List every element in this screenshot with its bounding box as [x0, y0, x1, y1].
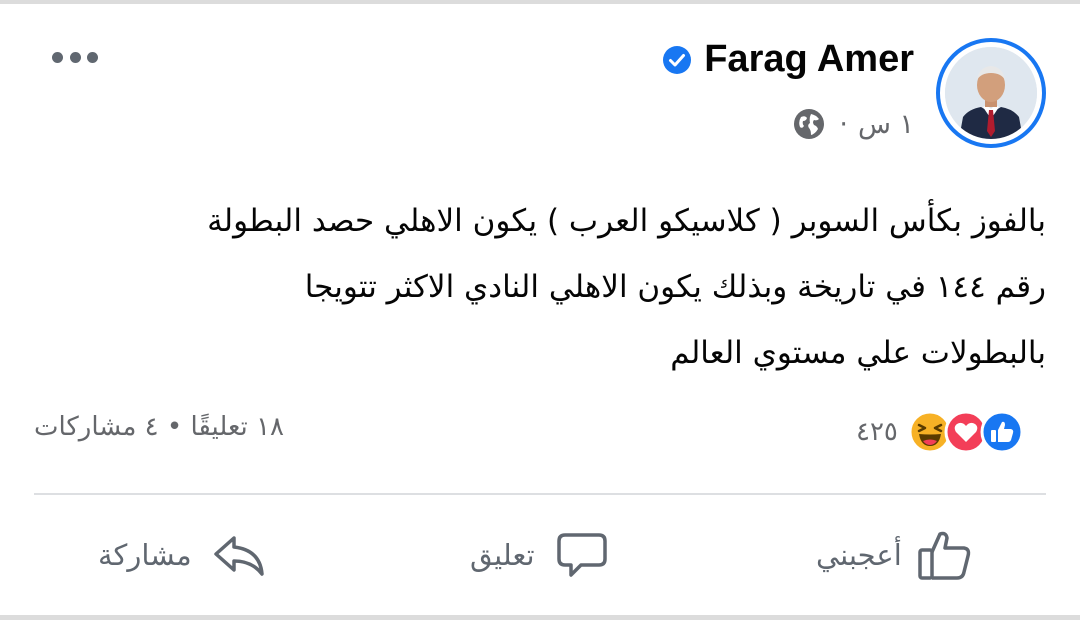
post-text: بالفوز بكأس السوبر ( كلاسيكو العرب ) يكو…: [207, 203, 1046, 371]
post-meta: · ١ س: [793, 108, 914, 140]
post-time[interactable]: ١ س: [858, 109, 914, 140]
reactions-count: ٤٢٥: [856, 417, 898, 447]
share-icon: [213, 536, 264, 576]
more-options-button[interactable]: [52, 46, 98, 68]
top-divider: [0, 0, 1080, 4]
actions-divider: [34, 493, 1046, 495]
meta-separator: ·: [839, 108, 848, 140]
share-button[interactable]: مشاركة: [98, 520, 268, 590]
stats-separator: •: [166, 412, 183, 442]
like-icon: [980, 410, 1024, 454]
thumbs-up-icon: [918, 531, 971, 580]
comment-label: تعليق: [470, 538, 535, 572]
reactions-summary[interactable]: ٤٢٥: [856, 410, 1024, 454]
bottom-divider: [0, 615, 1080, 620]
like-button[interactable]: أعجبني: [816, 520, 974, 590]
more-dot-icon: [87, 51, 98, 63]
like-label: أعجبني: [816, 538, 902, 572]
comment-button[interactable]: تعليق: [470, 520, 611, 590]
more-dot-icon: [69, 51, 81, 63]
comment-icon: [556, 533, 607, 577]
shares-count[interactable]: ٤ مشاركات: [34, 412, 159, 442]
comments-count[interactable]: ١٨ تعليقًا: [190, 412, 284, 442]
more-dot-icon: [52, 51, 63, 63]
author-name[interactable]: Farag Amer: [704, 38, 914, 81]
share-label: مشاركة: [98, 538, 192, 572]
avatar-photo: [945, 47, 1037, 139]
author-row: Farag Amer: [662, 38, 914, 81]
author-avatar[interactable]: [936, 38, 1046, 148]
verified-badge-icon: [663, 45, 692, 74]
post-stats: ١٨ تعليقًا • ٤ مشاركات: [34, 412, 284, 442]
globe-icon: [794, 109, 825, 139]
